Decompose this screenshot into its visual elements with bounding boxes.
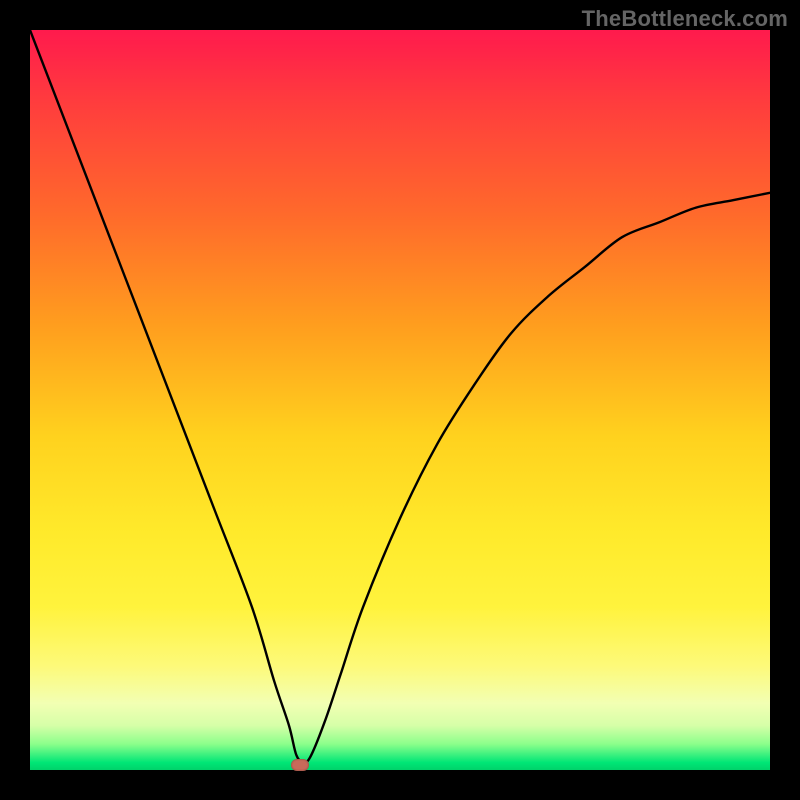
optimal-point-marker [291, 759, 309, 771]
plot-area [30, 30, 770, 770]
chart-container: TheBottleneck.com [0, 0, 800, 800]
watermark-text: TheBottleneck.com [582, 6, 788, 32]
bottleneck-curve [30, 30, 770, 770]
